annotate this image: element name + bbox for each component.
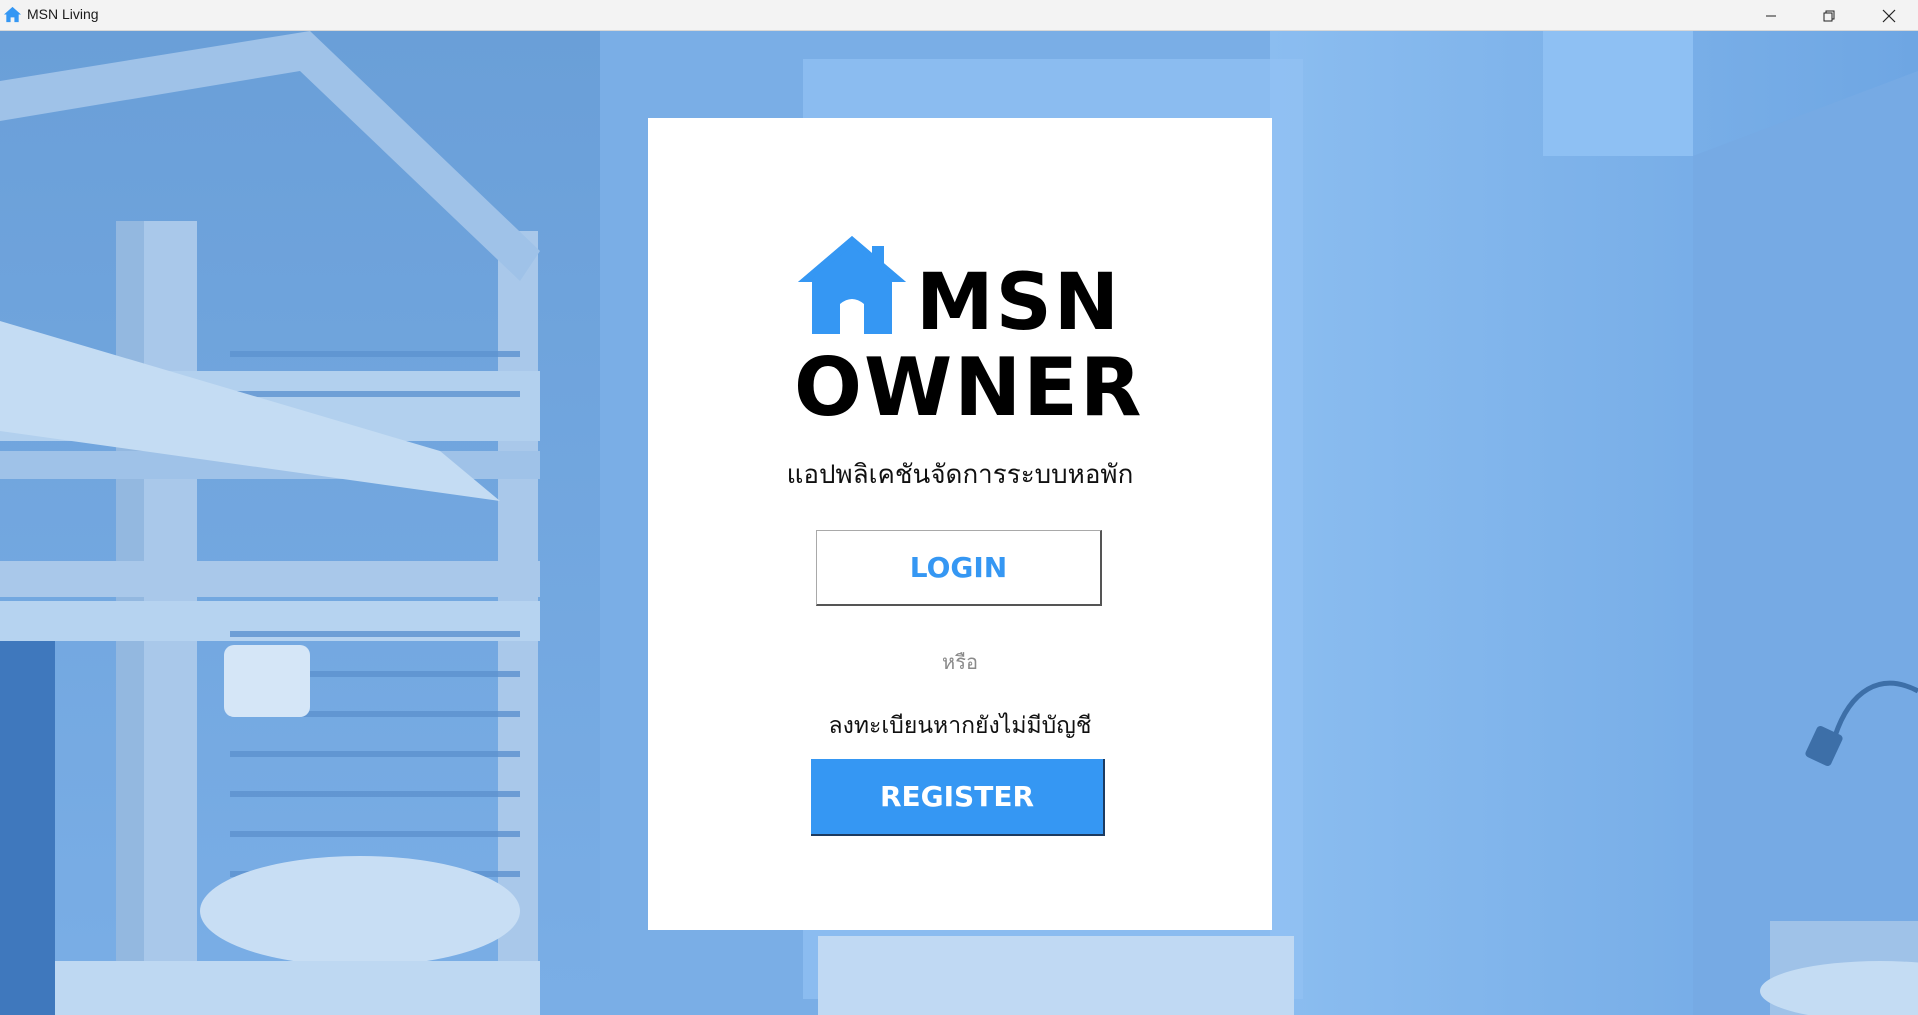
logo-text-msn: MSN: [916, 258, 1122, 348]
restore-icon: [1823, 10, 1835, 21]
login-button-label: LOGIN: [909, 551, 1008, 584]
window-title: MSN Living: [27, 6, 99, 22]
app-subtitle: แอปพลิเคชันจัดการระบบหอพัก: [786, 460, 1134, 490]
title-bar: MSN Living: [0, 0, 1918, 31]
login-button[interactable]: LOGIN: [816, 530, 1102, 606]
register-hint-text: ลงทะเบียนหากยังไม่มีบัญชี: [828, 713, 1092, 739]
register-button-label: REGISTER: [879, 780, 1035, 813]
restore-button[interactable]: [1800, 0, 1858, 31]
welcome-card: MSN OWNER แอปพลิเคชันจัดการระบบหอพัก LOG…: [648, 118, 1272, 930]
or-divider-text: หรือ: [942, 650, 978, 674]
minimize-button[interactable]: [1742, 0, 1800, 31]
close-button[interactable]: [1860, 0, 1918, 31]
close-icon: [1882, 9, 1896, 22]
logo-text-owner: OWNER: [794, 341, 1144, 434]
house-icon: [3, 6, 22, 23]
house-icon: [798, 236, 906, 334]
register-button[interactable]: REGISTER: [811, 759, 1105, 836]
minimize-icon: [1766, 15, 1776, 16]
